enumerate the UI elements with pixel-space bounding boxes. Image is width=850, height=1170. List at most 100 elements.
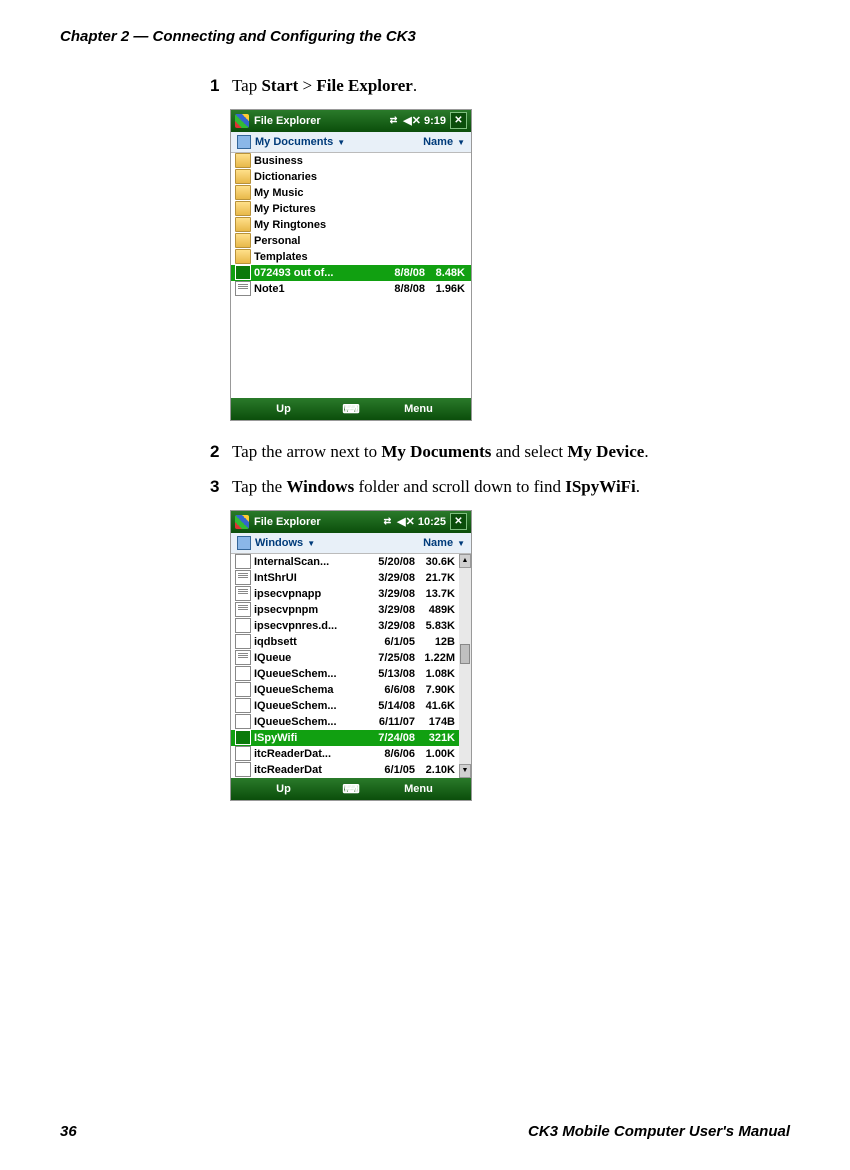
screenshot-file-explorer-windows: File Explorer ⇄ ◀✕ 10:25 ✕ Windows▼ Name… (230, 510, 472, 801)
file-row[interactable]: Personal (231, 233, 471, 249)
sort-dropdown[interactable]: Name▼ (423, 537, 465, 549)
file-date: 5/14/08 (367, 700, 415, 712)
file-row[interactable]: IQueueSchem...5/13/081.08K (231, 666, 471, 682)
file-row[interactable]: itcReaderDat...8/6/061.00K (231, 746, 471, 762)
connectivity-icon[interactable]: ⇄ (384, 516, 392, 527)
sort-dropdown[interactable]: Name▼ (423, 136, 465, 148)
file-row[interactable]: IQueue7/25/081.22M (231, 650, 471, 666)
file-date: 5/13/08 (367, 668, 415, 680)
file-date: 8/6/06 (367, 748, 415, 760)
softkey-bar: Up ⌨ Menu (231, 398, 471, 420)
folder-icon (235, 233, 251, 248)
location-dropdown[interactable]: My Documents▼ (255, 136, 345, 148)
file-row[interactable]: Templates (231, 249, 471, 265)
close-button[interactable]: ✕ (450, 112, 467, 129)
step-1: 1 Tap Start > File Explorer. (210, 73, 790, 99)
file-row[interactable]: IQueueSchem...5/14/0841.6K (231, 698, 471, 714)
menu-button[interactable]: Menu (366, 403, 471, 415)
folder-icon (235, 249, 251, 264)
file-name: IQueueSchem... (254, 716, 367, 728)
app-icon (235, 554, 251, 569)
file-name: My Ringtones (254, 219, 377, 231)
folder-icon (235, 201, 251, 216)
file-row[interactable]: My Music (231, 185, 471, 201)
doc-icon (235, 281, 251, 296)
scroll-thumb[interactable] (460, 644, 470, 664)
file-date: 3/29/08 (367, 588, 415, 600)
app-icon (235, 634, 251, 649)
keyboard-icon[interactable]: ⌨ (336, 782, 366, 796)
file-date: 6/1/05 (367, 636, 415, 648)
file-name: InternalScan... (254, 556, 367, 568)
file-name: Business (254, 155, 377, 167)
step-bold: ISpyWiFi (565, 477, 636, 496)
file-name: IQueueSchem... (254, 700, 367, 712)
file-row[interactable]: itcReaderDat6/1/052.10K (231, 762, 471, 778)
close-button[interactable]: ✕ (450, 513, 467, 530)
volume-icon[interactable]: ◀✕ (403, 114, 421, 127)
file-size: 21.7K (415, 572, 457, 584)
file-size: 1.22M (415, 652, 457, 664)
file-name: ipsecvpnres.d... (254, 620, 367, 632)
file-row[interactable]: ISpyWifi7/24/08321K (231, 730, 471, 746)
location-bar: Windows▼ Name▼ (231, 533, 471, 554)
file-row[interactable]: iqdbsett6/1/0512B (231, 634, 471, 650)
device-icon (237, 135, 251, 149)
step-3: 3 Tap the Windows folder and scroll down… (210, 474, 790, 500)
file-date: 7/25/08 (367, 652, 415, 664)
file-size: 1.96K (425, 283, 467, 295)
step-number: 1 (210, 73, 228, 99)
step-2: 2 Tap the arrow next to My Documents and… (210, 439, 790, 465)
up-button[interactable]: Up (231, 403, 336, 415)
file-list[interactable]: ▲ ▼ InternalScan...5/20/0830.6KIntShrUI3… (231, 554, 471, 778)
file-row[interactable]: IQueueSchem...6/11/07174B (231, 714, 471, 730)
step-text: . (413, 76, 417, 95)
keyboard-icon[interactable]: ⌨ (336, 402, 366, 416)
connectivity-icon[interactable]: ⇄ (390, 115, 398, 126)
file-size: 12B (415, 636, 457, 648)
file-row[interactable]: IntShrUI3/29/0821.7K (231, 570, 471, 586)
doc-icon (235, 570, 251, 585)
folder-icon (235, 217, 251, 232)
location-dropdown[interactable]: Windows▼ (255, 537, 315, 549)
file-row[interactable]: IQueueSchema6/6/087.90K (231, 682, 471, 698)
scroll-down-button[interactable]: ▼ (459, 764, 471, 778)
app-icon (235, 714, 251, 729)
file-size: 41.6K (415, 700, 457, 712)
page-number: 36 (60, 1123, 77, 1140)
scroll-track[interactable] (459, 568, 471, 764)
file-size: 1.00K (415, 748, 457, 760)
titlebar: File Explorer ⇄ ◀✕ 9:19 ✕ (231, 110, 471, 132)
step-text: and select (491, 442, 567, 461)
doc-icon (235, 650, 251, 665)
file-row[interactable]: InternalScan...5/20/0830.6K (231, 554, 471, 570)
scroll-up-button[interactable]: ▲ (459, 554, 471, 568)
file-date: 6/11/07 (367, 716, 415, 728)
file-row[interactable]: Note18/8/081.96K (231, 281, 471, 297)
file-row[interactable]: 072493 out of...8/8/088.48K (231, 265, 471, 281)
file-row[interactable]: My Pictures (231, 201, 471, 217)
scrollbar[interactable]: ▲ ▼ (459, 554, 471, 778)
file-row[interactable]: ipsecvpnpm3/29/08489K (231, 602, 471, 618)
up-button[interactable]: Up (231, 783, 336, 795)
file-date: 3/29/08 (367, 572, 415, 584)
file-list[interactable]: Business DictionariesMy MusicMy Pictures M… (231, 153, 471, 398)
file-size: 5.83K (415, 620, 457, 632)
location-bar: My Documents▼ Name▼ (231, 132, 471, 153)
app-icon (235, 762, 251, 777)
menu-button[interactable]: Menu (366, 783, 471, 795)
file-name: iqdbsett (254, 636, 367, 648)
chevron-down-icon: ▼ (457, 539, 465, 548)
start-icon[interactable] (235, 114, 249, 128)
file-row[interactable]: ipsecvpnres.d...3/29/085.83K (231, 618, 471, 634)
app-title: File Explorer (254, 115, 390, 127)
file-row[interactable]: My Ringtones (231, 217, 471, 233)
volume-icon[interactable]: ◀✕ (397, 515, 415, 528)
chapter-header: Chapter 2 — Connecting and Configuring t… (60, 28, 790, 45)
file-name: IntShrUI (254, 572, 367, 584)
file-row[interactable]: ipsecvpnapp3/29/0813.7K (231, 586, 471, 602)
doc-icon (235, 602, 251, 617)
file-row[interactable]: Business (231, 153, 471, 169)
file-row[interactable]: Dictionaries (231, 169, 471, 185)
start-icon[interactable] (235, 515, 249, 529)
